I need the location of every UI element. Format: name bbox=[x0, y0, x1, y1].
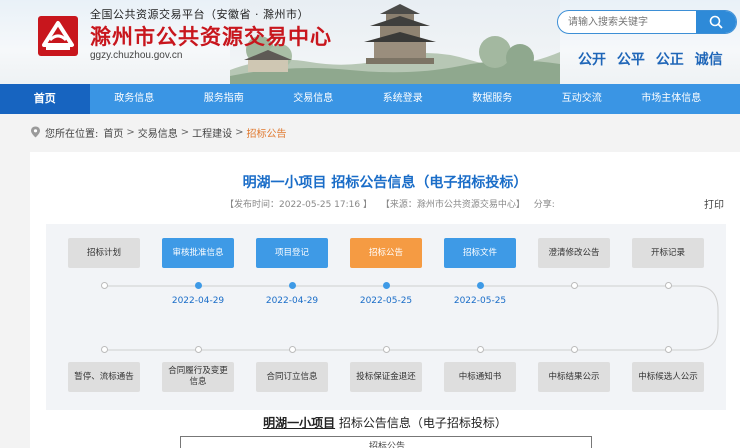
breadcrumb-separator: > bbox=[180, 126, 190, 138]
search-button[interactable] bbox=[696, 11, 736, 33]
flow-step[interactable]: 澄清修改公告 bbox=[538, 238, 610, 268]
flow-step-date: 2022-04-29 bbox=[265, 296, 319, 306]
slogans: 公开 公平 公正 诚信 bbox=[578, 49, 729, 69]
flow-node-dot bbox=[477, 282, 484, 289]
document-frame: 招标公告 bbox=[180, 436, 592, 448]
flow-node-dot bbox=[289, 282, 296, 289]
flow-step[interactable]: 投标保证金退还 bbox=[350, 362, 422, 392]
platform-title: 全国公共资源交易平台（安徽省 · 滁州市） bbox=[90, 8, 309, 21]
search-icon bbox=[709, 15, 723, 29]
breadcrumb-separator: > bbox=[126, 126, 135, 138]
body-title-project: 明湖一小项目 bbox=[263, 416, 336, 430]
flow-node-dot bbox=[195, 346, 202, 353]
body-title-rest: 招标公告信息（电子招标投标） bbox=[335, 416, 507, 430]
flow-node-dot bbox=[571, 282, 578, 289]
flow-step[interactable]: 暂停、流标通告 bbox=[68, 362, 140, 392]
article-panel: 明湖一小项目 招标公告信息（电子招标投标） 【发布时间：2022-05-25 1… bbox=[30, 152, 740, 448]
main-nav: 首页 政务信息 服务指南 交易信息 系统登录 数据服务 互动交流 市场主体信息 bbox=[0, 84, 740, 114]
flow-step-date: 2022-04-29 bbox=[171, 296, 225, 306]
nav-item-data-service[interactable]: 数据服务 bbox=[448, 84, 538, 114]
nav-item-trade-info[interactable]: 交易信息 bbox=[269, 84, 359, 114]
center-title[interactable]: 滁州市公共资源交易中心 bbox=[90, 21, 332, 51]
nav-item-service-guide[interactable]: 服务指南 bbox=[179, 84, 269, 114]
flow-node-dot bbox=[101, 346, 108, 353]
print-button[interactable]: 打印 bbox=[704, 196, 724, 211]
search-box bbox=[557, 10, 737, 34]
site-domain: ggzy.chuzhou.gov.cn bbox=[90, 50, 183, 61]
flow-step[interactable]: 中标候选人公示 bbox=[632, 362, 704, 392]
flow-node-dot bbox=[665, 346, 672, 353]
flow-step[interactable]: 合同订立信息 bbox=[256, 362, 328, 392]
flow-step[interactable]: 审核批准信息 bbox=[162, 238, 234, 268]
site-header: 全国公共资源交易平台（安徽省 · 滁州市） 滁州市公共资源交易中心 ggzy.c… bbox=[0, 0, 740, 84]
nav-item-system-login[interactable]: 系统登录 bbox=[358, 84, 448, 114]
breadcrumb-current[interactable]: 招标公告 bbox=[247, 125, 287, 140]
flow-node-dot bbox=[101, 282, 108, 289]
flow-step[interactable]: 招标计划 bbox=[68, 238, 140, 268]
breadcrumb-separator: > bbox=[235, 126, 244, 138]
article-meta: 【发布时间：2022-05-25 17:16 】 【来源：滁州市公共资源交易中心… bbox=[225, 197, 561, 210]
flow-node-dot bbox=[571, 346, 578, 353]
nav-item-market-entities[interactable]: 市场主体信息 bbox=[627, 84, 717, 114]
flow-step[interactable]: 中标通知书 bbox=[444, 362, 516, 392]
breadcrumb-home[interactable]: 首页 bbox=[103, 125, 123, 140]
breadcrumb-engineering[interactable]: 工程建设 bbox=[192, 125, 232, 140]
nav-item-gov-info[interactable]: 政务信息 bbox=[90, 84, 180, 114]
body-title: 明湖一小项目 招标公告信息（电子招标投标） bbox=[30, 414, 740, 431]
flow-step-date: 2022-05-25 bbox=[359, 296, 413, 306]
article-title: 明湖一小项目 招标公告信息（电子招标投标） bbox=[242, 175, 528, 191]
nav-item-interaction[interactable]: 互动交流 bbox=[537, 84, 627, 114]
flow-node-dot bbox=[195, 282, 202, 289]
share-label[interactable]: 分享: bbox=[534, 200, 555, 210]
breadcrumb-prefix: 您所在位置: bbox=[45, 128, 99, 140]
location-pin-icon bbox=[31, 126, 40, 138]
slogan-item: 诚信 bbox=[694, 52, 723, 68]
flow-node-dot bbox=[383, 282, 390, 289]
flow-step[interactable]: 合同履行及变更信息 bbox=[162, 362, 234, 392]
flow-step[interactable]: 开标记录 bbox=[632, 238, 704, 268]
search-input[interactable] bbox=[558, 11, 694, 33]
breadcrumb-trade-info[interactable]: 交易信息 bbox=[138, 125, 178, 140]
flow-node-dot bbox=[383, 346, 390, 353]
flow-node-dot bbox=[665, 282, 672, 289]
site-logo-icon bbox=[38, 16, 78, 56]
slogan-item: 公平 bbox=[616, 52, 645, 68]
process-flow: 招标计划 审核批准信息 2022-04-29 项目登记 2022-04-29 招标公告 20… bbox=[46, 224, 726, 410]
flow-step[interactable]: 中标结果公示 bbox=[538, 362, 610, 392]
slogan-item: 公开 bbox=[578, 52, 606, 68]
slogan-item: 公正 bbox=[655, 52, 684, 68]
flow-step-date: 2022-05-25 bbox=[453, 296, 507, 306]
flow-step[interactable]: 招标文件 bbox=[444, 238, 516, 268]
article-source: 【来源：滁州市公共资源交易中心】 bbox=[380, 200, 525, 210]
flow-node-dot bbox=[477, 346, 484, 353]
publish-time: 【发布时间：2022-05-25 17:16 】 bbox=[225, 200, 372, 210]
flow-step[interactable]: 招标公告 bbox=[350, 238, 422, 268]
flow-step[interactable]: 项目登记 bbox=[256, 238, 328, 268]
breadcrumb: 您所在位置: 首页 > 交易信息 > 工程建设 > 招标公告 bbox=[30, 124, 287, 140]
flow-node-dot bbox=[289, 346, 296, 353]
document-heading: 招标公告 bbox=[368, 442, 405, 448]
nav-item-home[interactable]: 首页 bbox=[0, 84, 90, 114]
